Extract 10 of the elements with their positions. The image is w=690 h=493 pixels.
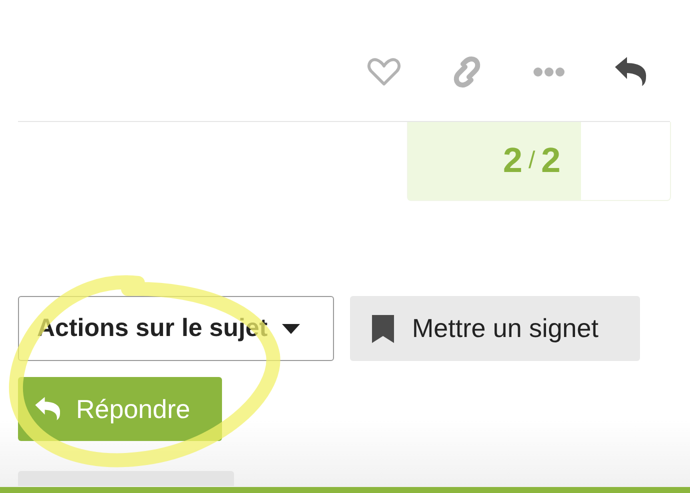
heart-icon[interactable] [367, 57, 401, 87]
reply-icon[interactable] [614, 57, 648, 87]
total-post-count: 2 [541, 141, 561, 181]
bookmark-icon [372, 314, 394, 342]
bookmark-button[interactable]: Mettre un signet [350, 296, 640, 361]
more-icon[interactable] [533, 67, 565, 77]
caret-icon [282, 324, 300, 334]
current-post-number: 2 [503, 141, 522, 181]
reply-icon [34, 397, 62, 421]
separator: / [528, 147, 536, 175]
